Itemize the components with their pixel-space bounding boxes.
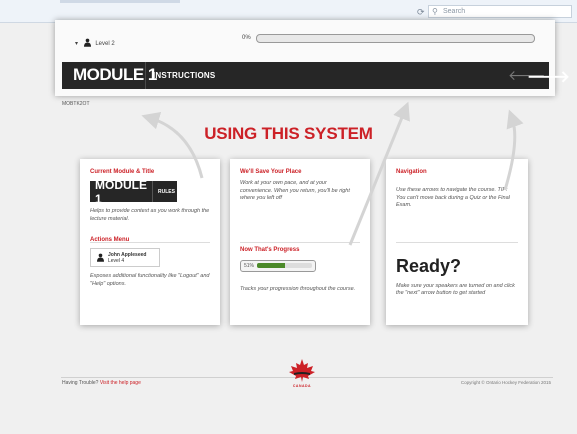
save-place-text: Work at your own pace, and at your conve… (240, 180, 350, 201)
module-header-bar: MODULE 1 INSTRUCTIONS 🡐 🡒 (62, 62, 570, 89)
search-input[interactable]: ⚲ Search (428, 5, 572, 18)
navigation-title: Navigation (396, 169, 427, 175)
search-placeholder: Search (443, 8, 466, 15)
level-indicator: ▾ Level 2 (75, 38, 115, 47)
course-progress-bar (256, 34, 535, 43)
user-name: John Appleseed (108, 251, 147, 258)
module-badge: MODULE 1 RULES (90, 178, 180, 206)
sample-progress-percent: 51% (244, 262, 255, 269)
browser-tab-strip[interactable] (60, 0, 180, 3)
card-rule (396, 242, 518, 243)
maple-leaf-logo (289, 359, 315, 382)
badge-module: MODULE 1 (95, 177, 147, 206)
footer-help: Having Trouble? Visit the help page (62, 380, 141, 386)
sample-progress-track (257, 263, 312, 268)
level-label: Level 2 (95, 41, 115, 47)
course-code: MOBTK2OT (62, 101, 90, 107)
help-link[interactable]: Visit the help page (100, 380, 141, 386)
save-place-title: We'll Save Your Place (240, 169, 302, 175)
card-navigation-ready: Navigation Use these arrows to navigate … (386, 159, 528, 325)
progress-title: Now That's Progress (240, 246, 300, 253)
copyright: Copyright © Ontario Hockey Federation 20… (460, 380, 551, 385)
search-icon: ⚲ (432, 7, 438, 16)
card-rule (240, 242, 360, 243)
progress-percent: 0% (242, 35, 251, 41)
person-icon (97, 253, 104, 262)
user-menu[interactable]: John Appleseed Level 4 (90, 248, 160, 267)
trouble-text: Having Trouble? (62, 380, 99, 386)
ready-title: Ready? (396, 255, 462, 276)
card-rule (90, 242, 210, 243)
sample-progress-bar: 51% (240, 259, 316, 272)
logo-text: CANADA (292, 384, 312, 388)
card-save-progress: We'll Save Your Place Work at your own p… (230, 159, 370, 325)
header-divider (145, 62, 146, 89)
badge-section: RULES (152, 181, 180, 202)
page-title: USING THIS SYSTEM (204, 124, 373, 143)
refresh-icon[interactable]: ⟳ (417, 7, 425, 18)
course-player: ▾ Level 2 0% MODULE 1 INSTRUCTIONS 🡐 🡒 (55, 20, 570, 96)
sample-progress-fill (257, 263, 286, 268)
next-arrow-icon[interactable]: 🡒 (527, 66, 570, 87)
current-module-title: Current Module & Title (90, 169, 155, 175)
actions-menu-text: Exposes additional functionality like "L… (90, 273, 210, 287)
section-title: INSTRUCTIONS (153, 71, 216, 80)
ready-text: Make sure your speakers are turned on an… (396, 282, 515, 297)
card-module-actions: Current Module & Title MODULE 1 RULES He… (80, 159, 220, 325)
progress-text: Tracks your progression throughout the c… (240, 285, 356, 292)
chevron-down-icon[interactable]: ▾ (75, 40, 82, 47)
current-module-text: Helps to provide context as you work thr… (90, 208, 210, 222)
user-level: Level 4 (108, 257, 125, 264)
navigation-text: Use these arrows to navigate the course.… (396, 187, 510, 208)
person-icon (83, 38, 91, 47)
